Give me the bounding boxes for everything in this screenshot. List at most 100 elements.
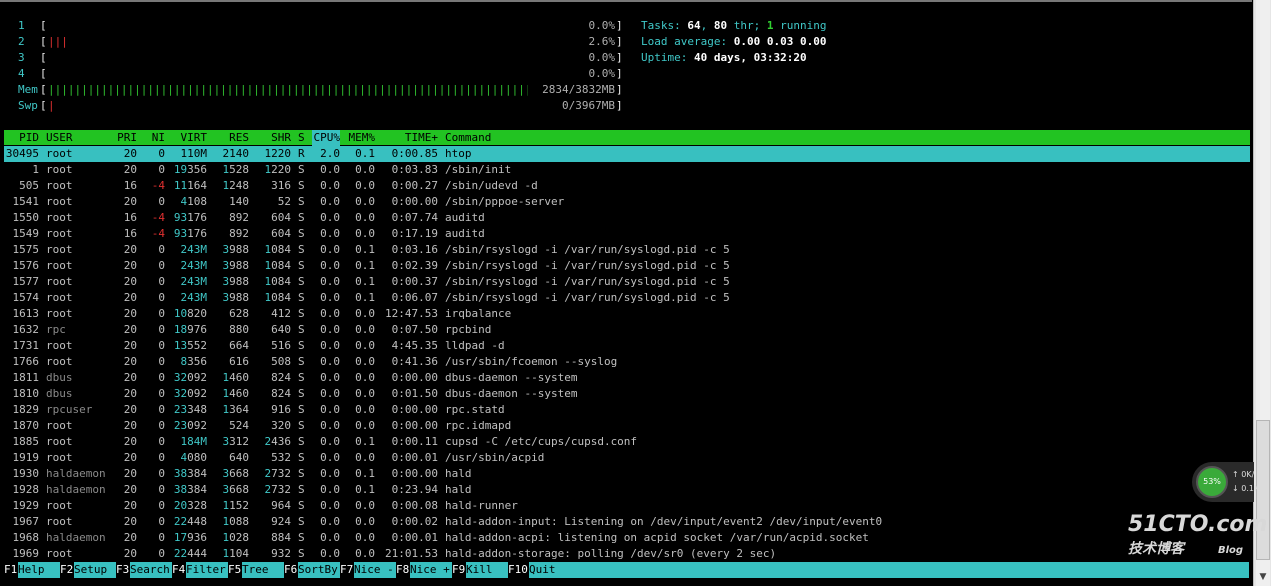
cell-ni: -4 — [141, 178, 165, 194]
fkey-label-nice-plus[interactable]: Nice + — [410, 562, 452, 578]
cell-mem: 0.1 — [347, 434, 375, 450]
col-time[interactable]: TIME+ — [380, 130, 438, 146]
meter-bar: ||| — [48, 34, 538, 50]
fkey-f8[interactable]: F8 — [396, 562, 409, 578]
fkey-f4[interactable]: F4 — [172, 562, 185, 578]
process-row[interactable]: 1967root200224481088924S0.00.00:00.02hal… — [4, 514, 1250, 530]
cell-ni: 0 — [141, 450, 165, 466]
cell-virt: 110M — [167, 146, 207, 162]
cell-shr: 884 — [254, 530, 291, 546]
col-mem[interactable]: MEM% — [347, 130, 375, 146]
process-row[interactable]: 1929root200203281152964S0.00.00:00.08hal… — [4, 498, 1250, 514]
cell-command: hald-addon-storage: polling /dev/sr0 (ev… — [445, 546, 1245, 562]
col-cpu-sorted[interactable]: CPU% — [312, 130, 340, 146]
uptime-line: Uptime: 40 days, 03:32:20 — [641, 50, 807, 66]
cell-command: hald-runner — [445, 498, 1245, 514]
process-row[interactable]: 1930haldaemon2003838436682732S0.00.10:00… — [4, 466, 1250, 482]
fkey-f7[interactable]: F7 — [340, 562, 353, 578]
meter-bracket-right: ] — [616, 82, 623, 98]
process-row[interactable]: 1731root20013552664516S0.00.04:45.35lldp… — [4, 338, 1250, 354]
cell-mem: 0.0 — [347, 498, 375, 514]
col-pid[interactable]: PID — [4, 130, 39, 146]
cell-time: 0:00.11 — [380, 434, 438, 450]
cell-pri: 20 — [112, 466, 137, 482]
fkey-f10[interactable]: F10 — [508, 562, 528, 578]
process-row[interactable]: 1766root2008356616508S0.00.00:41.36/usr/… — [4, 354, 1250, 370]
cell-shr: 2732 — [254, 482, 291, 498]
cell-cpu: 0.0 — [312, 482, 340, 498]
cell-time: 0:00.00 — [380, 466, 438, 482]
process-row[interactable]: 1968haldaemon200179361028884S0.00.00:00.… — [4, 530, 1250, 546]
cell-ni: 0 — [141, 498, 165, 514]
cell-pri: 20 — [112, 498, 137, 514]
terminal-window[interactable]: 1[0.0%]2[|||2.6%]3[0.0%]4[0.0%]Mem[|||||… — [0, 0, 1252, 586]
process-row[interactable]: 1550root16-493176892604S0.00.00:07.74aud… — [4, 210, 1250, 226]
fkey-label-kill[interactable]: Kill — [466, 562, 508, 578]
process-row[interactable]: 1574root200243M39881084S0.00.10:06.07/sb… — [4, 290, 1250, 306]
fkey-f1[interactable]: F1 — [4, 562, 17, 578]
fkey-f3[interactable]: F3 — [116, 562, 129, 578]
cell-pid: 1885 — [4, 434, 39, 450]
fkey-label-quit[interactable]: Quit — [529, 562, 1249, 578]
col-res[interactable]: RES — [212, 130, 249, 146]
fkey-f5[interactable]: F5 — [228, 562, 241, 578]
process-row[interactable]: 1885root200184M33122436S0.00.10:00.11cup… — [4, 434, 1250, 450]
col-ni[interactable]: NI — [141, 130, 165, 146]
cell-ni: 0 — [141, 418, 165, 434]
cell-shr: 964 — [254, 498, 291, 514]
col-virt[interactable]: VIRT — [167, 130, 207, 146]
col-state[interactable]: S — [298, 130, 308, 146]
cell-mem: 0.0 — [347, 162, 375, 178]
cell-command: /sbin/udevd -d — [445, 178, 1245, 194]
fkey-label-tree[interactable]: Tree — [242, 562, 284, 578]
cell-virt: 22444 — [167, 546, 207, 562]
fkey-label-sortby[interactable]: SortBy — [298, 562, 340, 578]
fkey-label-filter[interactable]: Filter — [186, 562, 228, 578]
network-monitor-widget[interactable]: 53% ↑ 0K/ ↓ 0.1K/ — [1192, 462, 1254, 502]
cell-command: htop — [445, 146, 1245, 162]
cell-shr: 824 — [254, 386, 291, 402]
fkey-f9[interactable]: F9 — [452, 562, 465, 578]
process-row-selected[interactable]: 30495root200110M21401220R2.00.10:00.85ht… — [4, 146, 1250, 162]
process-row[interactable]: 1576root200243M39881084S0.00.10:02.39/sb… — [4, 258, 1250, 274]
process-row[interactable]: 1811dbus200320921460824S0.00.00:00.00dbu… — [4, 370, 1250, 386]
process-row[interactable]: 1928haldaemon2003838436682732S0.00.10:23… — [4, 482, 1250, 498]
fkey-label-nice-minus[interactable]: Nice - — [354, 562, 396, 578]
cell-time: 0:00.01 — [380, 530, 438, 546]
process-row[interactable]: 1577root200243M39881084S0.00.10:00.37/sb… — [4, 274, 1250, 290]
cell-time: 21:01.53 — [380, 546, 438, 562]
process-row[interactable]: 1969root200224441104932S0.00.021:01.53ha… — [4, 546, 1250, 562]
process-row[interactable]: 1810dbus200320921460824S0.00.00:01.50dbu… — [4, 386, 1250, 402]
fkey-f6[interactable]: F6 — [284, 562, 297, 578]
vertical-scrollbar[interactable]: ▼ — [1253, 0, 1271, 586]
meter-bar: | — [48, 98, 538, 114]
scroll-down-arrow-icon[interactable]: ▼ — [1256, 570, 1270, 584]
meter-label: 1 — [18, 18, 40, 34]
fkey-f2[interactable]: F2 — [60, 562, 73, 578]
cell-cpu: 0.0 — [312, 338, 340, 354]
process-row[interactable]: 505root16-4111641248316S0.00.00:00.27/sb… — [4, 178, 1250, 194]
fkey-label-setup[interactable]: Setup — [74, 562, 116, 578]
col-pri[interactable]: PRI — [112, 130, 137, 146]
process-row[interactable]: 1613root20010820628412S0.00.012:47.53irq… — [4, 306, 1250, 322]
fkey-label-search[interactable]: Search — [130, 562, 172, 578]
col-shr[interactable]: SHR — [254, 130, 291, 146]
meter-value: 0.0% — [498, 50, 615, 66]
process-row[interactable]: 1541root200410814052S0.00.00:00.00/sbin/… — [4, 194, 1250, 210]
fkey-label-help[interactable]: Help — [18, 562, 60, 578]
process-row[interactable]: 1549root16-493176892604S0.00.00:17.19aud… — [4, 226, 1250, 242]
col-command[interactable]: Command — [445, 130, 1245, 146]
process-row[interactable]: 1919root2004080640532S0.00.00:00.01/usr/… — [4, 450, 1250, 466]
process-row[interactable]: 1575root200243M39881084S0.00.10:03.16/sb… — [4, 242, 1250, 258]
process-row[interactable]: 1root2001935615281220S0.00.00:03.83/sbin… — [4, 162, 1250, 178]
cell-command: auditd — [445, 210, 1245, 226]
cell-command: irqbalance — [445, 306, 1245, 322]
cell-res: 2140 — [212, 146, 249, 162]
process-row[interactable]: 1870root20023092524320S0.00.00:00.00rpc.… — [4, 418, 1250, 434]
process-row[interactable]: 1829rpcuser200233481364916S0.00.00:00.00… — [4, 402, 1250, 418]
cell-virt: 38384 — [167, 482, 207, 498]
process-row[interactable]: 1632rpc20018976880640S0.00.00:07.50rpcbi… — [4, 322, 1250, 338]
cell-cpu: 0.0 — [312, 162, 340, 178]
column-header[interactable]: PID USER PRI NI VIRT RES SHR S CPU% MEM%… — [4, 130, 1250, 145]
cell-shr: 516 — [254, 338, 291, 354]
